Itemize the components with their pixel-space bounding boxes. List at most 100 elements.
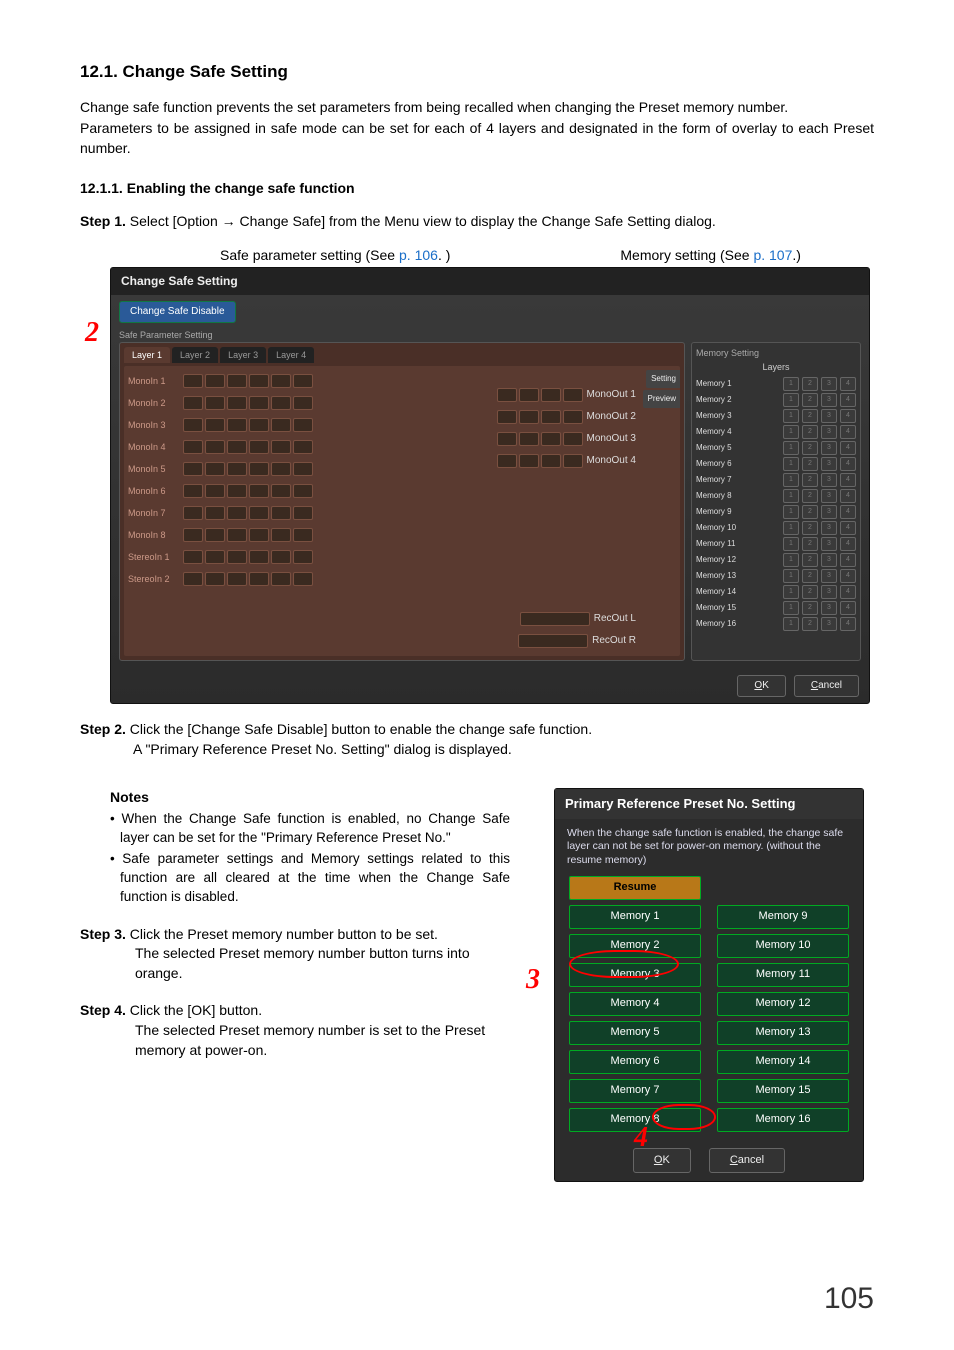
memory-layer-button[interactable]: 4 — [840, 409, 856, 423]
routing-switch[interactable] — [271, 506, 291, 520]
memory-layer-button[interactable]: 1 — [783, 425, 799, 439]
routing-switch[interactable] — [293, 528, 313, 542]
cs-cancel-button[interactable]: Cancel — [794, 675, 859, 697]
memory-layer-button[interactable]: 3 — [821, 585, 837, 599]
routing-switch[interactable] — [293, 462, 313, 476]
routing-switch[interactable] — [205, 396, 225, 410]
memory-layer-button[interactable]: 3 — [821, 537, 837, 551]
routing-switch[interactable] — [563, 432, 583, 446]
preset-memory-button[interactable]: Memory 13 — [717, 1021, 849, 1045]
routing-switch[interactable] — [563, 388, 583, 402]
routing-switch[interactable] — [518, 634, 588, 648]
routing-switch[interactable] — [497, 432, 517, 446]
memory-layer-button[interactable]: 4 — [840, 425, 856, 439]
tab-layer-3[interactable]: Layer 3 — [220, 347, 266, 364]
routing-switch[interactable] — [519, 432, 539, 446]
routing-switch[interactable] — [293, 418, 313, 432]
memory-layer-button[interactable]: 2 — [802, 409, 818, 423]
routing-switch[interactable] — [293, 572, 313, 586]
memory-layer-button[interactable]: 1 — [783, 409, 799, 423]
routing-switch[interactable] — [293, 506, 313, 520]
routing-switch[interactable] — [183, 374, 203, 388]
routing-switch[interactable] — [183, 484, 203, 498]
preset-memory-button[interactable]: Memory 16 — [717, 1108, 849, 1132]
memory-layer-button[interactable]: 3 — [821, 393, 837, 407]
memory-layer-button[interactable]: 1 — [783, 441, 799, 455]
routing-switch[interactable] — [183, 550, 203, 564]
memory-layer-button[interactable]: 3 — [821, 409, 837, 423]
memory-layer-button[interactable]: 2 — [802, 553, 818, 567]
memory-layer-button[interactable]: 2 — [802, 617, 818, 631]
memory-layer-button[interactable]: 1 — [783, 521, 799, 535]
routing-switch[interactable] — [183, 506, 203, 520]
memory-layer-button[interactable]: 1 — [783, 473, 799, 487]
memory-layer-button[interactable]: 1 — [783, 489, 799, 503]
routing-switch[interactable] — [519, 454, 539, 468]
routing-switch[interactable] — [271, 572, 291, 586]
routing-switch[interactable] — [183, 528, 203, 542]
side-preview-button[interactable]: Preview — [643, 390, 680, 407]
routing-switch[interactable] — [249, 418, 269, 432]
memory-layer-button[interactable]: 2 — [802, 441, 818, 455]
routing-switch[interactable] — [249, 550, 269, 564]
memory-layer-button[interactable]: 2 — [802, 585, 818, 599]
memory-layer-button[interactable]: 1 — [783, 553, 799, 567]
memory-layer-button[interactable]: 3 — [821, 505, 837, 519]
routing-switch[interactable] — [205, 528, 225, 542]
routing-switch[interactable] — [183, 572, 203, 586]
memory-layer-button[interactable]: 1 — [783, 393, 799, 407]
routing-switch[interactable] — [541, 410, 561, 424]
routing-switch[interactable] — [293, 374, 313, 388]
routing-switch[interactable] — [249, 440, 269, 454]
routing-switch[interactable] — [271, 528, 291, 542]
routing-switch[interactable] — [293, 550, 313, 564]
routing-switch[interactable] — [227, 550, 247, 564]
routing-switch[interactable] — [249, 462, 269, 476]
routing-switch[interactable] — [227, 440, 247, 454]
routing-switch[interactable] — [205, 506, 225, 520]
memory-layer-button[interactable]: 3 — [821, 617, 837, 631]
routing-switch[interactable] — [249, 484, 269, 498]
routing-switch[interactable] — [520, 612, 590, 626]
routing-switch[interactable] — [227, 484, 247, 498]
memory-layer-button[interactable]: 2 — [802, 505, 818, 519]
preset-memory-button[interactable]: Memory 11 — [717, 963, 849, 987]
memory-layer-button[interactable]: 2 — [802, 457, 818, 471]
routing-switch[interactable] — [227, 528, 247, 542]
routing-switch[interactable] — [183, 462, 203, 476]
memory-layer-button[interactable]: 1 — [783, 377, 799, 391]
memory-layer-button[interactable]: 3 — [821, 569, 837, 583]
routing-switch[interactable] — [183, 440, 203, 454]
routing-switch[interactable] — [541, 432, 561, 446]
memory-layer-button[interactable]: 1 — [783, 569, 799, 583]
preset-memory-button[interactable]: Memory 9 — [717, 905, 849, 929]
routing-switch[interactable] — [497, 388, 517, 402]
memory-layer-button[interactable]: 3 — [821, 377, 837, 391]
memory-layer-button[interactable]: 4 — [840, 473, 856, 487]
preset-memory-button[interactable]: Memory 10 — [717, 934, 849, 958]
memory-layer-button[interactable]: 3 — [821, 601, 837, 615]
routing-switch[interactable] — [205, 374, 225, 388]
memory-layer-button[interactable]: 4 — [840, 569, 856, 583]
pr-cancel-button[interactable]: Cancel — [709, 1148, 785, 1173]
change-safe-disable-button[interactable]: Change Safe Disable — [119, 301, 236, 323]
routing-switch[interactable] — [227, 418, 247, 432]
routing-switch[interactable] — [271, 484, 291, 498]
routing-switch[interactable] — [249, 374, 269, 388]
memory-layer-button[interactable]: 2 — [802, 393, 818, 407]
memory-layer-button[interactable]: 4 — [840, 617, 856, 631]
preset-memory-button[interactable]: Memory 3 — [569, 963, 701, 987]
memory-layer-button[interactable]: 4 — [840, 377, 856, 391]
memory-layer-button[interactable]: 4 — [840, 521, 856, 535]
memory-layer-button[interactable]: 3 — [821, 425, 837, 439]
routing-switch[interactable] — [497, 454, 517, 468]
memory-layer-button[interactable]: 4 — [840, 537, 856, 551]
memory-layer-button[interactable]: 4 — [840, 441, 856, 455]
routing-switch[interactable] — [205, 550, 225, 564]
routing-switch[interactable] — [205, 418, 225, 432]
memory-layer-button[interactable]: 4 — [840, 393, 856, 407]
preset-memory-button[interactable]: Memory 6 — [569, 1050, 701, 1074]
tab-layer-4[interactable]: Layer 4 — [268, 347, 314, 364]
routing-switch[interactable] — [293, 396, 313, 410]
side-setting-button[interactable]: Setting — [646, 370, 680, 387]
